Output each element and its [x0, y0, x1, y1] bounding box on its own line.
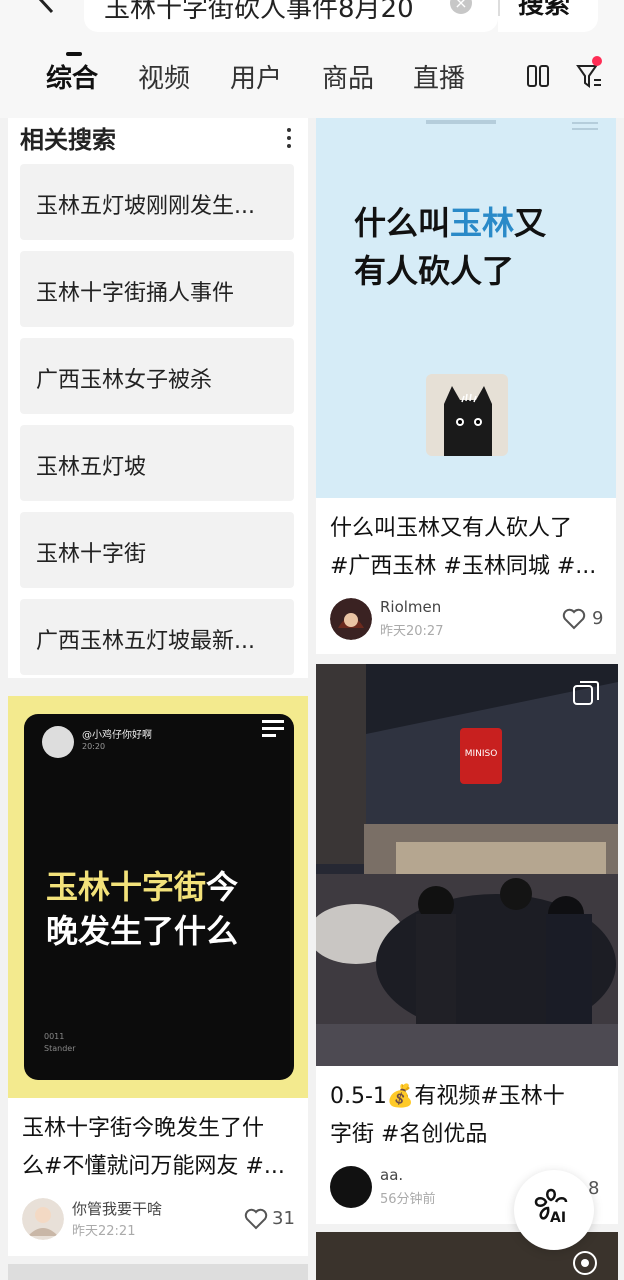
related-searches-title: 相关搜索	[20, 126, 116, 154]
back-arrow-icon[interactable]	[30, 0, 64, 16]
cat-image	[426, 374, 508, 456]
layout-toggle-icon[interactable]	[526, 64, 550, 88]
feed-card-left[interactable]: @小鸡仔你好啊 20:20 玉林十字街今 晚发生了什么 0011 Stander…	[8, 696, 308, 1256]
ai-assistant-button[interactable]: AI	[514, 1170, 594, 1250]
cat-icon	[444, 386, 492, 456]
related-search-item[interactable]: 玉林五灯坡刚刚发生...	[20, 164, 294, 240]
menu-icon	[572, 122, 598, 130]
card-title-line: 玉林十字街今晚发生了什	[22, 1116, 265, 1141]
card-title-line: 字街 #名创优品	[330, 1122, 488, 1147]
card-title-line: #广西玉林 #玉林同城 #...	[330, 554, 597, 579]
avatar	[330, 1166, 372, 1208]
related-search-item[interactable]: 广西玉林五灯坡最新...	[20, 599, 294, 675]
avatar	[22, 1198, 64, 1240]
tab-comprehensive[interactable]: 综合	[46, 58, 98, 95]
related-search-label: 广西玉林女子被杀	[36, 368, 213, 393]
author-name: 你管我要干啥	[72, 1200, 163, 1218]
search-query-text: 玉林十字街砍人事件8月20	[104, 0, 414, 24]
feed-card-partial[interactable]	[8, 1264, 308, 1280]
heart-icon[interactable]	[244, 1208, 268, 1230]
tab-live[interactable]: 直播	[413, 58, 465, 95]
street-scene-image: MINISO	[316, 664, 618, 1066]
search-button-wrap[interactable]: 搜索	[498, 0, 598, 32]
feed-card-right-1[interactable]: 什么叫玉林又 有人砍人了 什么叫玉林又有人砍人了 #广西玉林 #玉林同城 #..…	[316, 118, 616, 654]
card-photo: MINISO	[316, 664, 618, 1066]
related-search-item[interactable]: 玉林十字街	[20, 512, 294, 588]
card-title-line: 什么叫玉林又有人砍人了	[330, 516, 573, 541]
related-search-label: 玉林十字街捅人事件	[36, 281, 235, 306]
post-time: 56分钟前	[380, 1192, 436, 1207]
author-info[interactable]: Riolmen 昨天20:27	[330, 598, 530, 642]
tab-users[interactable]: 用户	[230, 58, 282, 95]
live-icon	[573, 1251, 597, 1275]
related-search-item[interactable]: 玉林五灯坡	[20, 425, 294, 501]
post-time: 昨天20:27	[380, 624, 444, 639]
cover-avatar	[42, 726, 74, 758]
notification-dot	[592, 56, 602, 66]
menu-icon	[262, 720, 284, 737]
author-info[interactable]: aa. 56分钟前	[330, 1166, 530, 1210]
author-name: aa.	[380, 1166, 404, 1184]
cover-headline-1: 什么叫玉林又	[354, 204, 547, 242]
related-searches: 相关搜索 玉林五灯坡刚刚发生... 玉林十字街捅人事件 广西玉林女子被杀 玉林五…	[8, 118, 308, 678]
post-time: 昨天22:21	[72, 1224, 136, 1239]
card-cover: 什么叫玉林又 有人砍人了	[316, 118, 616, 498]
divider	[498, 0, 500, 16]
feed-card-right-2[interactable]: MINISO 0.5-1💰有视频#玉林十 字街 #名创优品 aa. 56分钟前 …	[316, 664, 618, 1224]
avatar	[330, 598, 372, 640]
author-name: Riolmen	[380, 598, 442, 616]
card-title-line: 么#不懂就问万能网友 #...	[22, 1154, 285, 1179]
related-search-label: 广西玉林五灯坡最新...	[36, 629, 255, 654]
related-search-label: 玉林五灯坡	[36, 455, 147, 480]
tab-products[interactable]: 商品	[322, 58, 374, 95]
search-input[interactable]: 玉林十字街砍人事件8月20 ×	[84, 0, 498, 32]
cover-headline-2: 有人砍人了	[354, 252, 515, 290]
cover-footer: Stander	[44, 1044, 76, 1053]
related-search-label: 玉林五灯坡刚刚发生...	[36, 194, 255, 219]
cover-decoration	[426, 120, 496, 124]
cover-headline-2: 晚发生了什么	[46, 912, 239, 950]
clear-icon[interactable]: ×	[450, 0, 472, 14]
svg-text:MINISO: MINISO	[465, 749, 498, 759]
tab-underline	[66, 52, 82, 56]
multi-image-icon	[573, 681, 599, 705]
more-vertical-icon[interactable]	[286, 126, 292, 150]
tab-video[interactable]: 视频	[138, 58, 190, 95]
cover-headline-1: 玉林十字街今	[46, 868, 239, 906]
top-bar: 玉林十字街砍人事件8月20 × 搜索 综合 视频 用户 商品 直播	[0, 0, 624, 118]
card-title-line: 0.5-1💰有视频#玉林十	[330, 1084, 565, 1109]
heart-icon[interactable]	[562, 608, 586, 630]
cover-screen: @小鸡仔你好啊 20:20 玉林十字街今 晚发生了什么 0011 Stander	[24, 714, 294, 1080]
cover-footer: 0011	[44, 1032, 65, 1041]
cover-brand: @小鸡仔你好啊	[82, 730, 152, 741]
card-cover: @小鸡仔你好啊 20:20 玉林十字街今 晚发生了什么 0011 Stander	[8, 696, 308, 1098]
author-info[interactable]: 你管我要干啥 昨天22:21	[22, 1198, 222, 1242]
filter-icon[interactable]	[576, 62, 602, 90]
related-search-label: 玉林十字街	[36, 542, 147, 567]
cover-sub: 20:20	[82, 742, 106, 751]
like-count: 9	[592, 608, 604, 629]
related-search-item[interactable]: 玉林十字街捅人事件	[20, 251, 294, 327]
ai-label: AI	[550, 1210, 567, 1226]
search-button[interactable]: 搜索	[518, 0, 570, 21]
like-count: 31	[272, 1208, 295, 1229]
related-search-item[interactable]: 广西玉林女子被杀	[20, 338, 294, 414]
